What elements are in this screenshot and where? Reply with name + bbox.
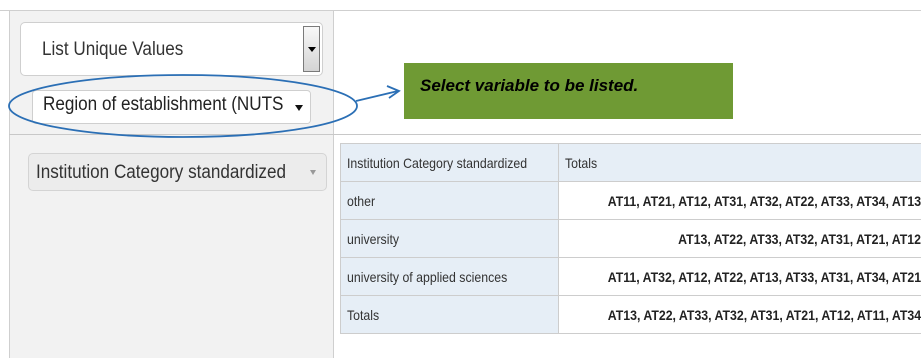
- row-value: AT11, AT32, AT12, AT22, AT13, AT33, AT31…: [557, 257, 921, 296]
- table-row: Totals AT13, AT22, AT33, AT32, AT31, AT2…: [340, 295, 921, 334]
- panel-divider: [9, 134, 921, 135]
- arrow-icon: [355, 85, 401, 102]
- table-header-row: Institution Category standardized Totals: [340, 143, 921, 182]
- header-row-attribute: Institution Category standardized: [340, 143, 559, 182]
- row-value: AT13, AT22, AT33, AT32, AT31, AT21, AT12: [557, 219, 921, 258]
- chevron-down-icon[interactable]: [295, 105, 303, 111]
- row-value: AT13, AT22, AT33, AT32, AT31, AT21, AT12…: [557, 295, 921, 334]
- chevron-down-icon[interactable]: [310, 170, 316, 175]
- row-value: AT11, AT21, AT12, AT31, AT32, AT22, AT33…: [557, 181, 921, 220]
- row-attribute-pill[interactable]: Institution Category standardized: [28, 153, 327, 191]
- header-totals: Totals: [557, 143, 921, 182]
- variable-select-label: Region of establishment (NUTS: [43, 94, 284, 115]
- row-label: other: [340, 181, 559, 220]
- table-row: other AT11, AT21, AT12, AT31, AT32, AT22…: [340, 181, 921, 220]
- row-label: university: [340, 219, 559, 258]
- row-label: university of applied sciences: [340, 257, 559, 296]
- table-row: university of applied sciences AT11, AT3…: [340, 257, 921, 296]
- variable-select[interactable]: Region of establishment (NUTS: [32, 90, 311, 124]
- renderer-select[interactable]: List Unique Values: [20, 22, 323, 76]
- hint-callout: Select variable to be listed.: [404, 63, 733, 119]
- table-row: university AT13, AT22, AT33, AT32, AT31,…: [340, 219, 921, 258]
- row-label: Totals: [340, 295, 559, 334]
- pivot-table: Institution Category standardized Totals…: [340, 143, 921, 334]
- chevron-down-icon[interactable]: [303, 26, 320, 72]
- hint-text: Select variable to be listed.: [420, 76, 639, 95]
- row-attribute-label: Institution Category standardized: [36, 162, 287, 183]
- renderer-select-label: List Unique Values: [42, 39, 184, 60]
